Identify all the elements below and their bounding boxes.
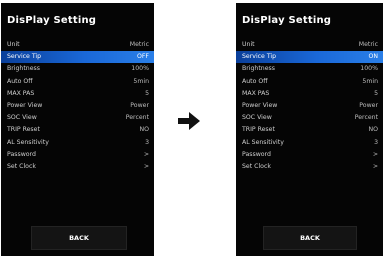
setting-row-password[interactable]: Password > — [236, 149, 383, 161]
setting-value: OFF — [137, 53, 149, 61]
setting-value: Power — [130, 101, 149, 109]
chevron-right-icon: > — [372, 150, 378, 158]
setting-value: 3 — [145, 138, 149, 146]
setting-value: 3 — [374, 138, 378, 146]
setting-row-auto-off[interactable]: Auto Off 5min — [236, 76, 383, 88]
setting-row-soc-view[interactable]: SOC View Percent — [236, 112, 383, 124]
setting-label: Set Clock — [242, 162, 271, 170]
setting-row-brightness[interactable]: Brightness 100% — [236, 63, 383, 75]
setting-label: SOC View — [7, 114, 37, 122]
setting-label: Password — [7, 150, 36, 158]
setting-value: Power — [359, 101, 378, 109]
setting-row-power-view[interactable]: Power View Power — [1, 100, 154, 112]
setting-value: NO — [368, 126, 379, 134]
comparison-stage: DisPlay Setting Unit Metric Service Tip … — [0, 0, 383, 256]
page-title: DisPlay Setting — [242, 15, 332, 26]
setting-label: Brightness — [7, 65, 40, 73]
chevron-right-icon: > — [143, 150, 149, 158]
setting-label: MAX PAS — [7, 89, 35, 97]
setting-label: Unit — [7, 41, 20, 48]
settings-list: Unit Metric Service Tip ON Brightness 10… — [236, 39, 383, 173]
setting-value: Metric — [129, 41, 149, 48]
setting-label: SOC View — [242, 114, 272, 122]
setting-row-service-tip[interactable]: Service Tip OFF — [1, 51, 154, 64]
setting-row-service-tip[interactable]: Service Tip ON — [236, 51, 383, 64]
setting-row-unit[interactable]: Unit Metric — [236, 39, 383, 51]
setting-label: Auto Off — [7, 77, 33, 85]
setting-row-al-sensitivity[interactable]: AL Sensitivity 3 — [1, 137, 154, 149]
setting-row-power-view[interactable]: Power View Power — [236, 100, 383, 112]
setting-value: 5min — [362, 77, 378, 85]
setting-row-trip-reset[interactable]: TRIP Reset NO — [236, 124, 383, 136]
chevron-right-icon: > — [372, 162, 378, 170]
setting-label: Set Clock — [7, 162, 36, 170]
setting-row-max-pas[interactable]: MAX PAS 5 — [236, 88, 383, 100]
display-setting-screen-before: DisPlay Setting Unit Metric Service Tip … — [1, 3, 154, 256]
setting-row-password[interactable]: Password > — [1, 149, 154, 161]
setting-label: Service Tip — [7, 53, 42, 61]
setting-value: Percent — [125, 114, 149, 122]
back-button[interactable]: BACK — [31, 226, 127, 250]
right-arrow-icon — [178, 112, 200, 130]
setting-label: Power View — [7, 101, 43, 109]
setting-label: Power View — [242, 101, 278, 109]
setting-label: Password — [242, 150, 271, 158]
setting-value: Percent — [354, 114, 378, 122]
setting-label: AL Sensitivity — [242, 138, 284, 146]
setting-value: 5min — [133, 77, 149, 85]
setting-label: TRIP Reset — [242, 126, 275, 134]
setting-label: TRIP Reset — [7, 126, 40, 134]
setting-value: 100% — [131, 65, 149, 73]
setting-row-set-clock[interactable]: Set Clock > — [236, 161, 383, 173]
setting-label: Brightness — [242, 65, 275, 73]
setting-value: NO — [139, 126, 150, 134]
setting-row-soc-view[interactable]: SOC View Percent — [1, 112, 154, 124]
setting-value: 5 — [145, 89, 149, 97]
setting-row-al-sensitivity[interactable]: AL Sensitivity 3 — [236, 137, 383, 149]
setting-row-auto-off[interactable]: Auto Off 5min — [1, 76, 154, 88]
setting-label: MAX PAS — [242, 89, 270, 97]
setting-row-set-clock[interactable]: Set Clock > — [1, 161, 154, 173]
back-button[interactable]: BACK — [263, 226, 357, 250]
setting-value: ON — [368, 53, 379, 61]
setting-row-max-pas[interactable]: MAX PAS 5 — [1, 88, 154, 100]
display-setting-screen-after: DisPlay Setting Unit Metric Service Tip … — [236, 3, 383, 256]
setting-row-trip-reset[interactable]: TRIP Reset NO — [1, 124, 154, 136]
setting-label: AL Sensitivity — [7, 138, 49, 146]
setting-value: 5 — [374, 89, 378, 97]
setting-label: Service Tip — [242, 53, 277, 61]
settings-list: Unit Metric Service Tip OFF Brightness 1… — [1, 39, 154, 173]
setting-label: Auto Off — [242, 77, 268, 85]
page-title: DisPlay Setting — [7, 15, 97, 26]
setting-value: Metric — [358, 41, 378, 48]
setting-row-brightness[interactable]: Brightness 100% — [1, 63, 154, 75]
setting-row-unit[interactable]: Unit Metric — [1, 39, 154, 51]
chevron-right-icon: > — [143, 162, 149, 170]
setting-label: Unit — [242, 41, 255, 48]
setting-value: 100% — [360, 65, 378, 73]
